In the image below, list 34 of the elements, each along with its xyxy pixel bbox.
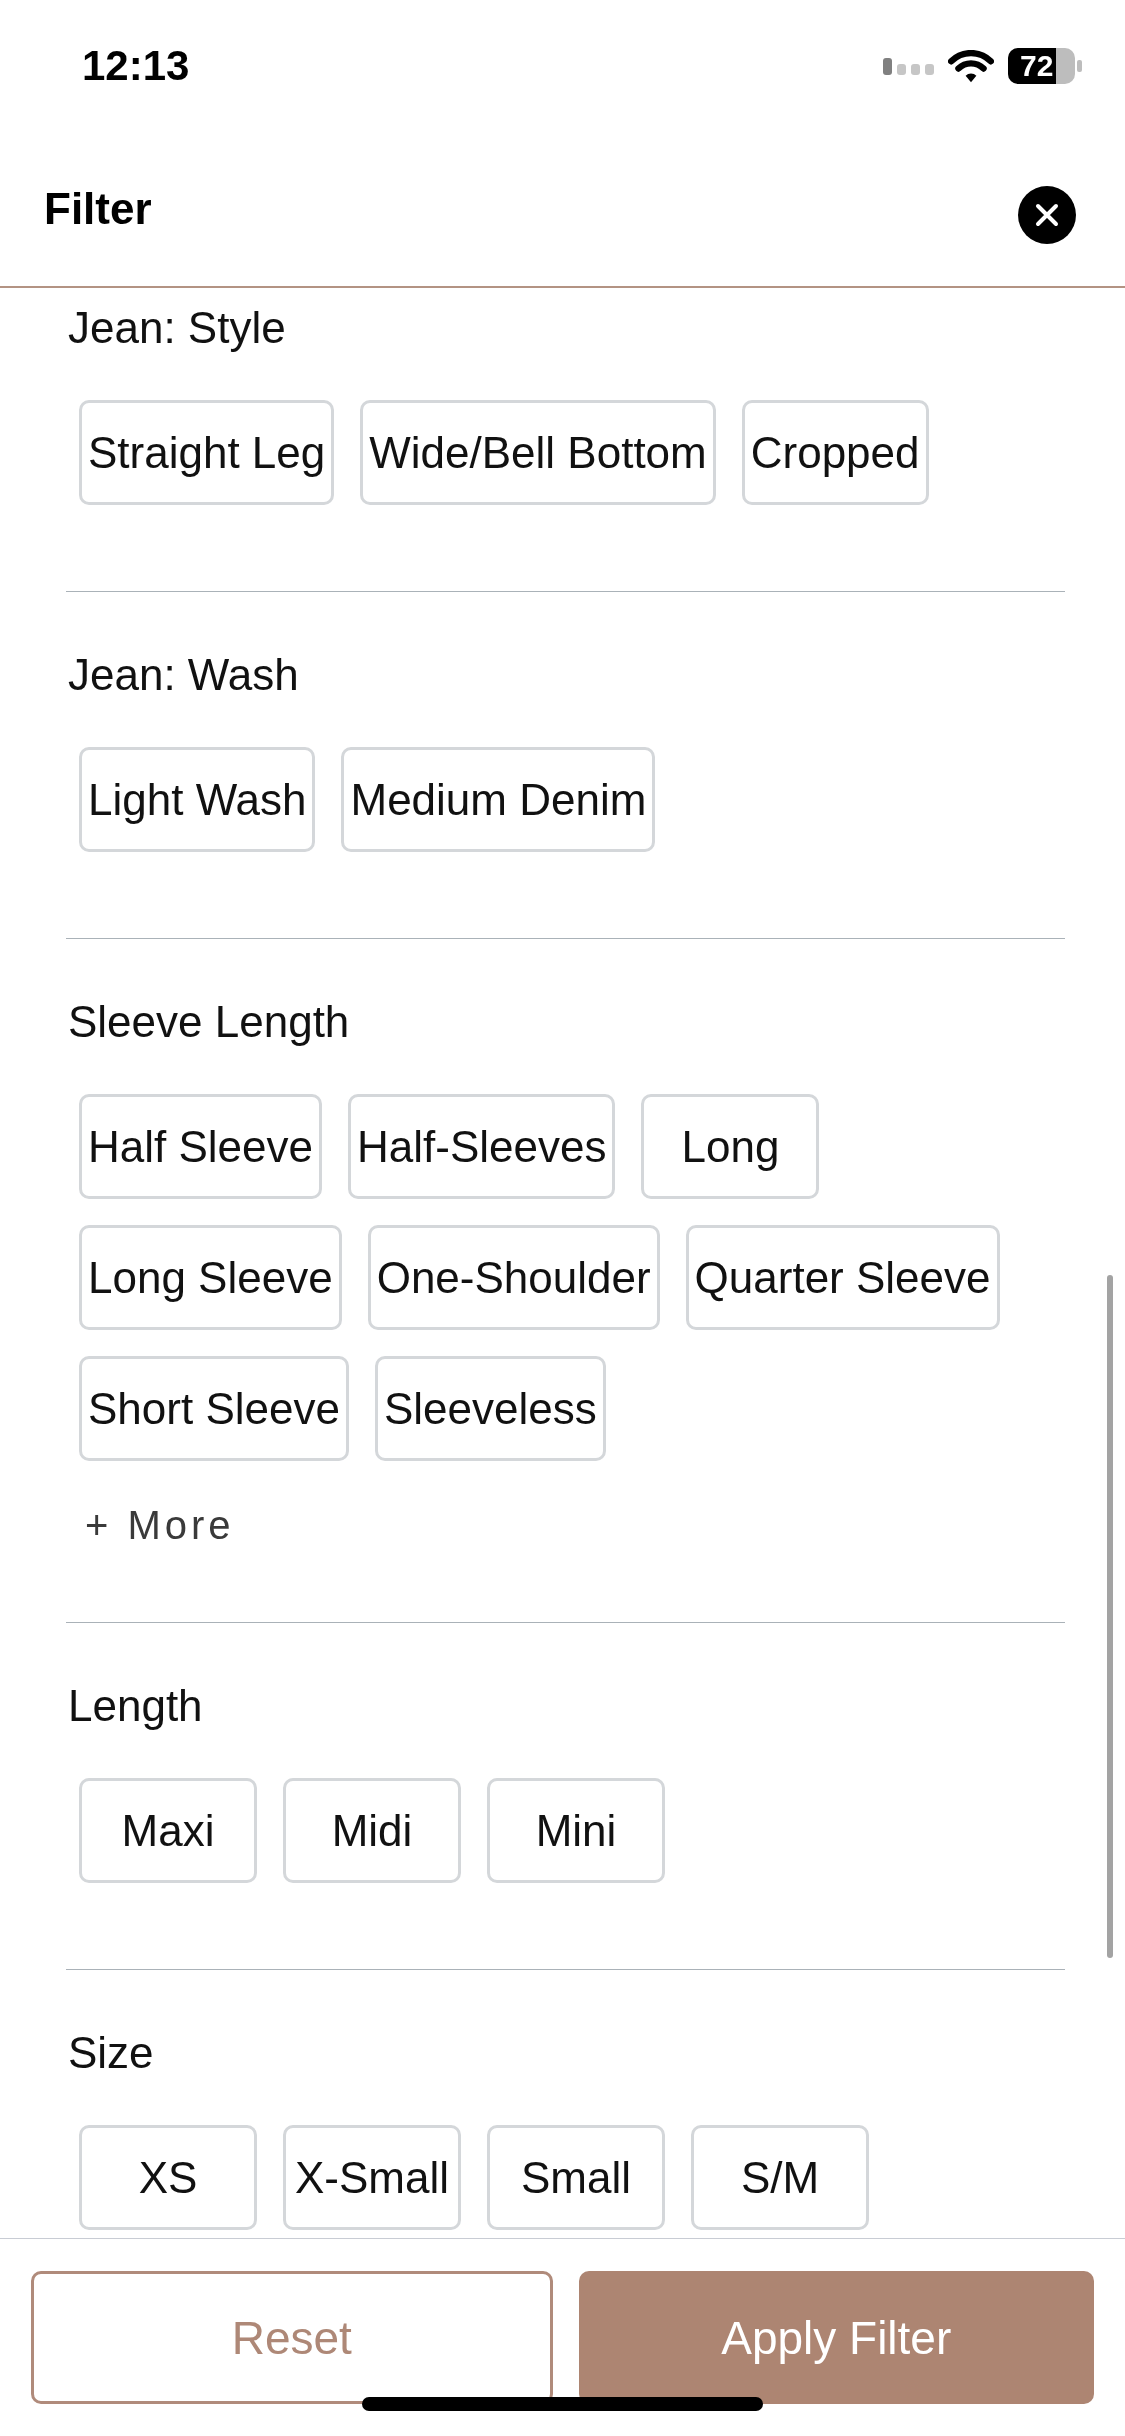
filter-option[interactable]: Light Wash [79, 747, 316, 852]
filter-option[interactable]: Maxi [79, 1778, 257, 1883]
filter-option[interactable]: Wide/Bell Bottom [360, 400, 716, 505]
wifi-icon [948, 49, 994, 83]
filter-option[interactable]: Small [487, 2125, 665, 2230]
filter-option[interactable]: Long Sleeve [79, 1225, 342, 1330]
filter-option[interactable]: Short Sleeve [79, 1356, 349, 1461]
filter-option[interactable]: XS [79, 2125, 257, 2230]
more-link[interactable]: + More [85, 1497, 235, 1553]
signal-icon [883, 57, 934, 75]
status-time: 12:13 [82, 45, 190, 87]
filter-option[interactable]: Medium Denim [341, 747, 656, 852]
filter-option[interactable]: Half Sleeve [79, 1094, 322, 1199]
filter-option[interactable]: Half-Sleeves [348, 1094, 616, 1199]
filter-option[interactable]: S/M [691, 2125, 869, 2230]
section-title: Size [67, 2027, 155, 2079]
close-button[interactable] [1018, 186, 1076, 244]
battery-percentage: 72 [1020, 51, 1054, 81]
filter-option[interactable]: X-Small [283, 2125, 461, 2230]
filter-title: Filter [44, 187, 152, 231]
filter-option[interactable]: Quarter Sleeve [685, 1225, 1000, 1330]
filter-option[interactable]: Midi [283, 1778, 461, 1883]
battery-icon [1008, 48, 1082, 84]
filter-option[interactable]: Straight Leg [79, 400, 335, 505]
section-title: Jean: Style [67, 302, 287, 354]
close-icon [1035, 203, 1059, 227]
filter-option[interactable]: Cropped [741, 400, 929, 505]
filter-option[interactable]: Sleeveless [374, 1356, 606, 1461]
section-title: Jean: Wash [67, 649, 300, 701]
section-title: Sleeve Length [67, 996, 351, 1048]
filter-option[interactable]: One-Shoulder [367, 1225, 660, 1330]
section-title: Length [67, 1680, 204, 1732]
filter-option[interactable]: Mini [487, 1778, 665, 1883]
filter-option[interactable]: Long [641, 1094, 820, 1199]
